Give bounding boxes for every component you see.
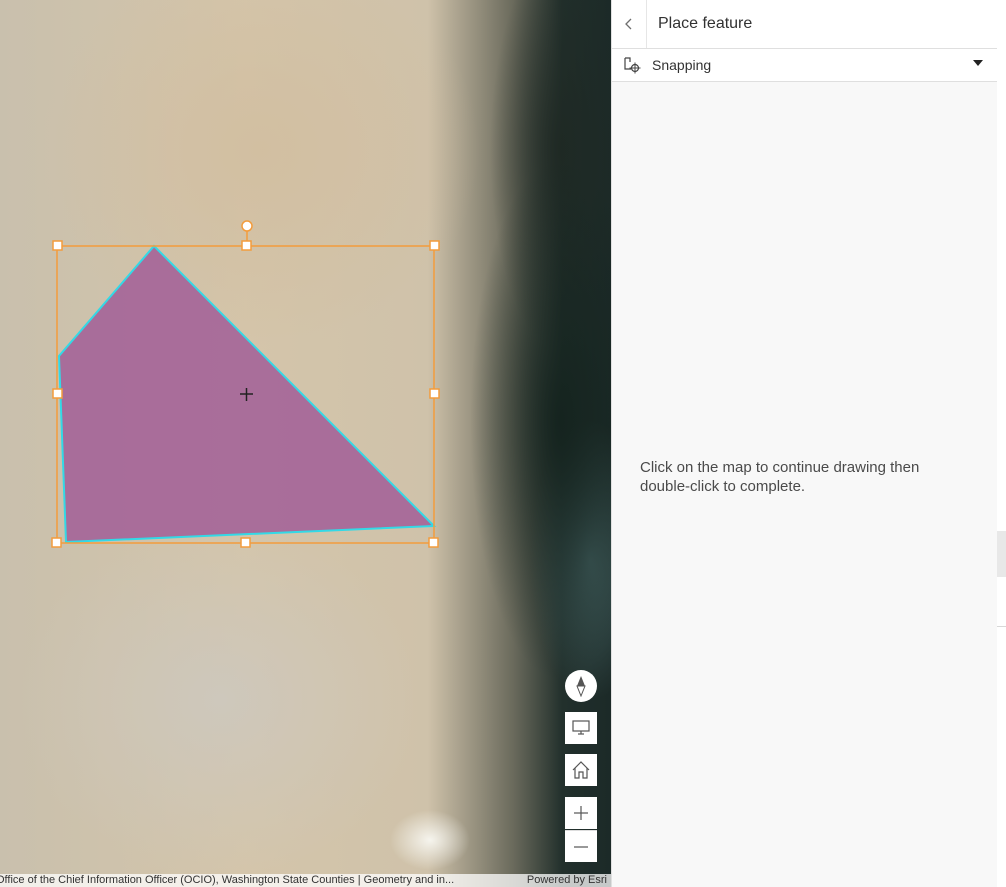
plus-icon: [574, 806, 588, 820]
monitor-icon: [572, 720, 590, 735]
snapping-icon: [623, 56, 641, 74]
compass-icon: [576, 676, 586, 697]
panel-title: Place feature: [658, 15, 753, 32]
sketch-layer[interactable]: [0, 0, 611, 887]
caret-down-icon: [973, 60, 983, 66]
screen-view-button[interactable]: [565, 712, 597, 744]
right-edge-strip: [997, 0, 1006, 887]
map-view[interactable]: Office of the Chief Information Officer …: [0, 0, 611, 887]
minus-icon: [574, 845, 588, 848]
resize-handle-e[interactable]: [429, 388, 440, 399]
editor-panel: Place feature Snapping Click on the map …: [611, 0, 998, 887]
resize-handle-nw[interactable]: [52, 240, 63, 251]
chevron-left-icon: [625, 18, 632, 30]
panel-header: Place feature: [612, 0, 998, 49]
resize-handle-sw[interactable]: [51, 537, 62, 548]
zoom-out-button[interactable]: [565, 830, 597, 862]
zoom-in-button[interactable]: [565, 797, 597, 829]
home-icon: [572, 761, 590, 779]
powered-by-esri[interactable]: Powered by Esri: [527, 874, 607, 887]
rotate-handle[interactable]: [241, 220, 253, 232]
resize-handle-s[interactable]: [240, 537, 251, 548]
snapping-toggle[interactable]: Snapping: [612, 49, 998, 82]
strip-divider: [997, 626, 1006, 627]
strip-block: [997, 531, 1006, 577]
resize-handle-n[interactable]: [241, 240, 252, 251]
compass-button[interactable]: [565, 670, 597, 702]
home-button[interactable]: [565, 754, 597, 786]
attribution-text[interactable]: Office of the Chief Information Officer …: [0, 874, 454, 887]
resize-handle-se[interactable]: [428, 537, 439, 548]
resize-handle-ne[interactable]: [429, 240, 440, 251]
drawing-hint: Click on the map to continue drawing the…: [640, 459, 920, 495]
resize-handle-w[interactable]: [52, 388, 63, 399]
snapping-label: Snapping: [652, 57, 712, 73]
back-button[interactable]: [612, 0, 647, 48]
map-attribution[interactable]: Office of the Chief Information Officer …: [0, 874, 611, 887]
